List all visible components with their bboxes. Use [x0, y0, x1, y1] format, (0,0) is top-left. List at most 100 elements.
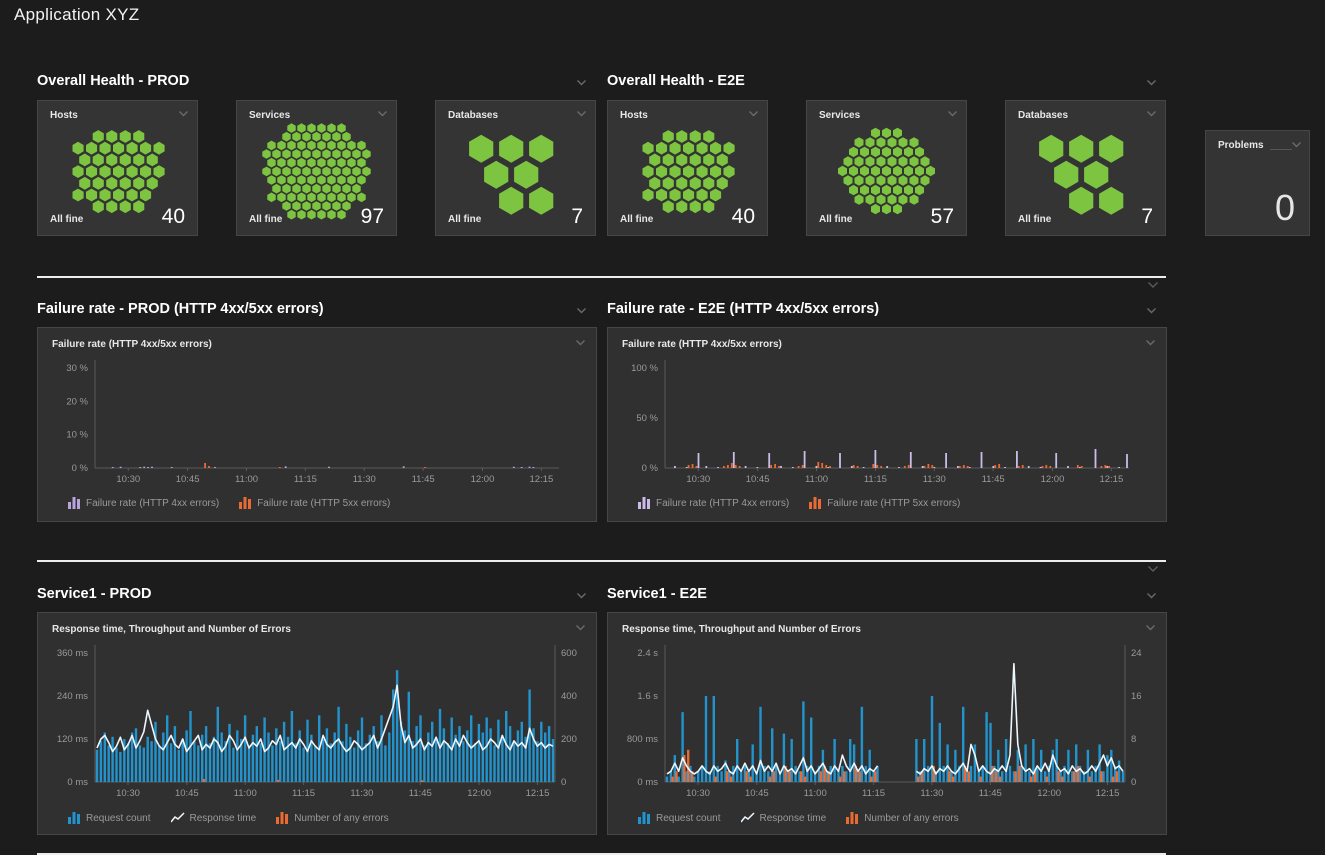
chevron-down-icon[interactable] — [1291, 141, 1302, 148]
legend-item-5xx[interactable]: Failure rate (HTTP 5xx errors) — [809, 497, 960, 509]
bar-chart-icon — [846, 812, 859, 824]
failure-rate-e2e-tile[interactable]: Failure rate (HTTP 4xx/5xx errors) 100 %… — [607, 327, 1167, 522]
section-header-health-e2e: Overall Health - E2E — [607, 73, 1167, 93]
legend-item-errors[interactable]: Number of any errors — [276, 812, 388, 824]
svg-text:10:45: 10:45 — [176, 474, 200, 485]
svg-text:12:15: 12:15 — [1099, 474, 1123, 485]
tile-status: All fine — [620, 214, 653, 225]
section-title: Service1 - PROD — [37, 586, 151, 602]
service-e2e-tile[interactable]: Response time, Throughput and Number of … — [607, 612, 1167, 835]
chevron-down-icon[interactable] — [748, 110, 759, 117]
chevron-down-icon[interactable] — [178, 110, 189, 117]
chevron-down-icon[interactable] — [377, 110, 388, 117]
bar-chart-icon — [276, 812, 289, 824]
problems-tile[interactable]: Problems 0 — [1205, 130, 1310, 236]
svg-text:0: 0 — [1131, 777, 1136, 788]
chevron-down-icon[interactable] — [1146, 79, 1157, 86]
chevron-down-icon[interactable] — [1146, 110, 1157, 117]
svg-text:11:00: 11:00 — [804, 788, 827, 799]
svg-text:50 %: 50 % — [636, 413, 658, 424]
problems-count: 0 — [1275, 187, 1295, 229]
legend-label: Failure rate (HTTP 4xx errors) — [656, 498, 789, 509]
chevron-down-icon[interactable] — [1146, 592, 1157, 599]
svg-text:16: 16 — [1131, 691, 1142, 702]
section-header-failure-e2e: Failure rate - E2E (HTTP 4xx/5xx errors) — [607, 301, 1167, 321]
chevron-down-icon[interactable] — [947, 110, 958, 117]
legend-item-5xx[interactable]: Failure rate (HTTP 5xx errors) — [239, 497, 390, 509]
failure-rate-prod-tile[interactable]: Failure rate (HTTP 4xx/5xx errors) 30 %2… — [37, 327, 597, 522]
svg-text:0 ms: 0 ms — [67, 777, 88, 788]
legend-label: Failure rate (HTTP 4xx errors) — [86, 498, 219, 509]
svg-text:400: 400 — [561, 691, 577, 702]
legend-item-request-count[interactable]: Request count — [638, 812, 721, 824]
section-divider — [37, 276, 1166, 278]
section-header-health-prod: Overall Health - PROD — [37, 73, 597, 93]
line-chart-icon — [171, 812, 185, 824]
svg-text:11:30: 11:30 — [923, 474, 946, 485]
svg-text:12:15: 12:15 — [1096, 788, 1120, 799]
svg-text:11:45: 11:45 — [412, 474, 435, 485]
chevron-down-icon[interactable] — [576, 592, 587, 599]
chevron-down-icon[interactable] — [1147, 565, 1159, 573]
svg-text:120 ms: 120 ms — [57, 734, 88, 745]
failure-rate-e2e-chart[interactable]: 100 %50 %0 %10:3010:4511:0011:1511:3011:… — [613, 328, 1161, 501]
tile-count: 57 — [931, 205, 954, 229]
health-tile-services-e2e[interactable]: Services All fine 57 — [806, 100, 967, 236]
tile-count: 7 — [1141, 205, 1153, 229]
health-tile-hosts-prod[interactable]: Hosts All fine 40 — [37, 100, 198, 236]
tile-count: 7 — [571, 205, 583, 229]
chevron-down-icon[interactable] — [576, 79, 587, 86]
legend-item-request-count[interactable]: Request count — [68, 812, 151, 824]
svg-text:10:30: 10:30 — [116, 474, 140, 485]
svg-text:10:30: 10:30 — [116, 788, 140, 799]
svg-text:24: 24 — [1131, 648, 1142, 659]
svg-text:0 ms: 0 ms — [637, 777, 658, 788]
section-title: Service1 - E2E — [607, 586, 707, 602]
chart-legend: Request count Response time Number of an… — [68, 812, 389, 824]
section-header-failure-prod: Failure rate - PROD (HTTP 4xx/5xx errors… — [37, 301, 597, 321]
tile-label: Databases — [1018, 110, 1068, 121]
tile-label: Hosts — [620, 110, 648, 121]
tile-status: All fine — [1018, 214, 1051, 225]
legend-item-4xx[interactable]: Failure rate (HTTP 4xx errors) — [68, 497, 219, 509]
tile-count: 97 — [361, 205, 384, 229]
svg-text:11:45: 11:45 — [409, 788, 432, 799]
tile-status: All fine — [448, 214, 481, 225]
health-tile-services-prod[interactable]: Services All fine 97 — [236, 100, 397, 236]
svg-text:11:15: 11:15 — [862, 788, 885, 799]
tile-status: All fine — [819, 214, 852, 225]
chevron-down-icon[interactable] — [576, 307, 587, 314]
section-header-service-e2e: Service1 - E2E — [607, 586, 1167, 606]
svg-text:200: 200 — [561, 734, 577, 745]
svg-text:2.4 s: 2.4 s — [637, 648, 658, 659]
tile-label: Databases — [448, 110, 498, 121]
svg-text:1.6 s: 1.6 s — [637, 691, 658, 702]
legend-item-response-time[interactable]: Response time — [741, 812, 827, 824]
dashboard: Application XYZ Overall Health - PROD Ov… — [0, 0, 1325, 855]
service-prod-chart[interactable]: 360 ms240 ms120 ms0 ms600400200010:3010:… — [43, 613, 591, 824]
svg-text:12:00: 12:00 — [1041, 474, 1065, 485]
svg-text:12:15: 12:15 — [526, 788, 550, 799]
service-e2e-chart[interactable]: 2.4 s1.6 s800 ms0 ms24168010:3010:4511:0… — [613, 613, 1161, 824]
bar-chart-icon — [68, 497, 81, 509]
svg-text:600: 600 — [561, 648, 577, 659]
health-tile-databases-prod[interactable]: Databases All fine 7 — [435, 100, 596, 236]
legend-item-4xx[interactable]: Failure rate (HTTP 4xx errors) — [638, 497, 789, 509]
page-title: Application XYZ — [14, 5, 139, 25]
health-tile-databases-e2e[interactable]: Databases All fine 7 — [1005, 100, 1166, 236]
section-title: Overall Health - E2E — [607, 73, 745, 89]
chevron-down-icon[interactable] — [576, 110, 587, 117]
svg-text:800 ms: 800 ms — [627, 734, 658, 745]
svg-text:11:00: 11:00 — [805, 474, 828, 485]
legend-item-errors[interactable]: Number of any errors — [846, 812, 958, 824]
section-title: Failure rate - E2E (HTTP 4xx/5xx errors) — [607, 301, 879, 317]
legend-item-response-time[interactable]: Response time — [171, 812, 257, 824]
chevron-down-icon[interactable] — [1147, 281, 1159, 289]
health-tile-hosts-e2e[interactable]: Hosts All fine 40 — [607, 100, 768, 236]
tile-status: All fine — [50, 214, 83, 225]
legend-label: Response time — [760, 813, 827, 824]
chart-legend: Failure rate (HTTP 4xx errors) Failure r… — [638, 497, 960, 509]
failure-rate-prod-chart[interactable]: 30 %20 %10 %0 %10:3010:4511:0011:1511:30… — [43, 328, 591, 501]
service-prod-tile[interactable]: Response time, Throughput and Number of … — [37, 612, 597, 835]
chevron-down-icon[interactable] — [1146, 307, 1157, 314]
